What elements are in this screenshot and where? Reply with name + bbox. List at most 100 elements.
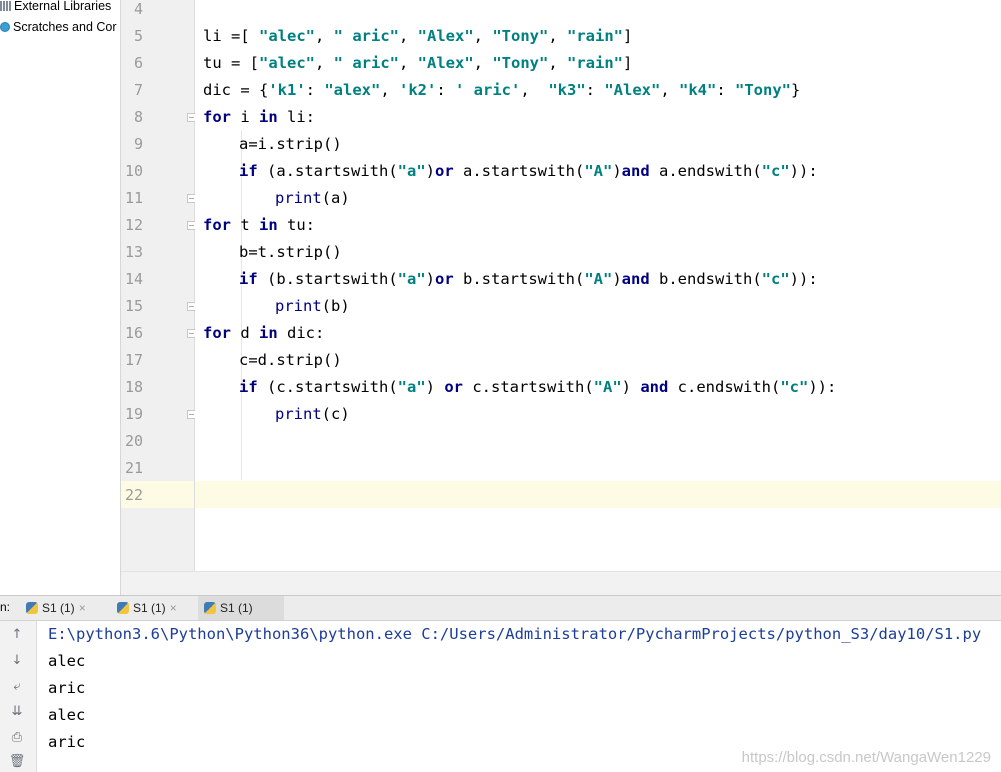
builtin-token: print: [275, 405, 322, 423]
tree-item-label: Scratches and Cor: [13, 20, 117, 34]
string-token: " aric": [333, 54, 399, 72]
tree-item-external-libraries[interactable]: External Libraries: [0, 0, 111, 16]
editor-horizontal-scrollbar[interactable]: [121, 571, 1001, 596]
trash-icon[interactable]: 🗑: [8, 753, 26, 771]
code-line[interactable]: print(b): [275, 293, 350, 320]
string-token: "c": [761, 162, 790, 180]
code-token: ,: [520, 81, 549, 99]
code-token: a.endswith(: [649, 162, 762, 180]
code-token: )):: [789, 270, 818, 288]
string-token: "Alex": [417, 54, 474, 72]
code-token: i: [231, 108, 259, 126]
code-line[interactable]: for t in tu:: [203, 212, 315, 239]
code-line[interactable]: if (b.startswith("a")or b.startswith("A"…: [239, 266, 818, 293]
line-number: 6: [133, 54, 143, 72]
code-token: dic:: [277, 324, 325, 342]
code-token: d: [231, 324, 259, 342]
code-token: tu = [: [203, 54, 259, 72]
string-token: "k4": [679, 81, 717, 99]
scratch-icon: [0, 22, 10, 32]
code-token: tu:: [277, 216, 315, 234]
console-command-line[interactable]: E:\python3.6\Python\Python36\python.exe …: [48, 621, 981, 648]
keyword-token: for: [203, 108, 231, 126]
string-token: "A": [593, 378, 622, 396]
code-token: ,: [399, 54, 418, 72]
code-token: ): [621, 378, 641, 396]
keyword-token: in: [259, 216, 278, 234]
line-number: 22: [124, 486, 143, 504]
print-icon[interactable]: ⎙: [8, 729, 26, 747]
code-token: ,: [473, 27, 493, 45]
line-number: 17: [124, 351, 143, 369]
line-number: 4: [133, 0, 143, 18]
code-line[interactable]: for d in dic:: [203, 320, 324, 347]
code-line[interactable]: tu = ["alec", " aric", "Alex", "Tony", "…: [203, 50, 632, 77]
close-icon[interactable]: ×: [79, 601, 86, 615]
code-token: c.endswith(: [668, 378, 781, 396]
string-token: "a": [397, 270, 426, 288]
run-tab-label: S1 (1): [133, 601, 166, 615]
run-tab-3[interactable]: S1 (1): [198, 596, 284, 620]
code-line[interactable]: a=i.strip(): [239, 131, 342, 158]
code-token: (c): [321, 405, 350, 423]
line-number: 21: [124, 459, 143, 477]
keyword-token: or: [435, 162, 454, 180]
code-token: }: [791, 81, 801, 99]
library-icon: [0, 1, 11, 11]
code-token: ]: [623, 54, 633, 72]
close-icon[interactable]: ×: [170, 601, 177, 615]
code-line[interactable]: for i in li:: [203, 104, 315, 131]
code-line[interactable]: if (c.startswith("a") or c.startswith("A…: [239, 374, 836, 401]
code-line[interactable]: print(a): [275, 185, 350, 212]
scroll-to-end-icon[interactable]: ⇊: [8, 703, 26, 721]
code-line[interactable]: dic = {'k1': "alex", 'k2': ' aric', "k3"…: [203, 77, 800, 104]
code-token: ,: [380, 81, 399, 99]
keyword-token: and: [621, 162, 650, 180]
string-token: "A": [584, 162, 613, 180]
run-tab-label: S1 (1): [220, 601, 253, 615]
code-token: ): [612, 162, 622, 180]
code-line[interactable]: print(c): [275, 401, 350, 428]
string-token: "alex": [324, 81, 381, 99]
run-tab-2[interactable]: S1 (1) ×: [111, 596, 183, 620]
keyword-token: if: [239, 162, 258, 180]
console-output[interactable]: E:\python3.6\Python\Python36\python.exe …: [37, 621, 1001, 772]
line-number: 20: [124, 432, 143, 450]
code-line[interactable]: c=d.strip(): [239, 347, 342, 374]
watermark: https://blog.csdn.net/WangaWen1229: [741, 749, 991, 766]
code-token: ,: [473, 54, 493, 72]
string-token: ' aric': [455, 81, 521, 99]
keyword-token: and: [621, 270, 650, 288]
python-icon: [117, 602, 129, 614]
code-token: )):: [808, 378, 837, 396]
python-icon: [26, 602, 38, 614]
code-token: li =[: [203, 27, 259, 45]
string-token: "Alex": [417, 27, 474, 45]
line-number: 18: [124, 378, 143, 396]
code-token: :: [585, 81, 605, 99]
code-line[interactable]: if (a.startswith("a")or a.startswith("A"…: [239, 158, 818, 185]
scroll-down-icon[interactable]: ↓: [8, 652, 26, 670]
current-line-highlight: [195, 481, 1001, 508]
code-token: b.startswith(: [453, 270, 585, 288]
line-number: 10: [124, 162, 143, 180]
rerun-up-icon[interactable]: ↑: [8, 626, 26, 644]
code-token: ,: [399, 27, 418, 45]
string-token: " aric": [333, 27, 399, 45]
tree-item-scratches[interactable]: Scratches and Cor: [0, 17, 117, 37]
keyword-token: and: [640, 378, 669, 396]
keyword-token: in: [259, 108, 278, 126]
code-token: ): [425, 162, 435, 180]
code-token: (b): [321, 297, 350, 315]
soft-wrap-icon[interactable]: ⤶: [8, 678, 26, 696]
code-token: li:: [277, 108, 315, 126]
project-tree-panel: External Libraries Scratches and Cor: [0, 0, 121, 595]
string-token: "rain": [567, 27, 624, 45]
code-line[interactable]: li =[ "alec", " aric", "Alex", "Tony", "…: [203, 23, 632, 50]
keyword-token: or: [435, 270, 454, 288]
string-token: "alec": [259, 27, 315, 45]
string-token: "Tony": [735, 81, 791, 99]
code-line[interactable]: b=t.strip(): [239, 239, 342, 266]
console-output-line: alec: [48, 706, 86, 724]
run-tab-1[interactable]: S1 (1) ×: [20, 596, 92, 620]
